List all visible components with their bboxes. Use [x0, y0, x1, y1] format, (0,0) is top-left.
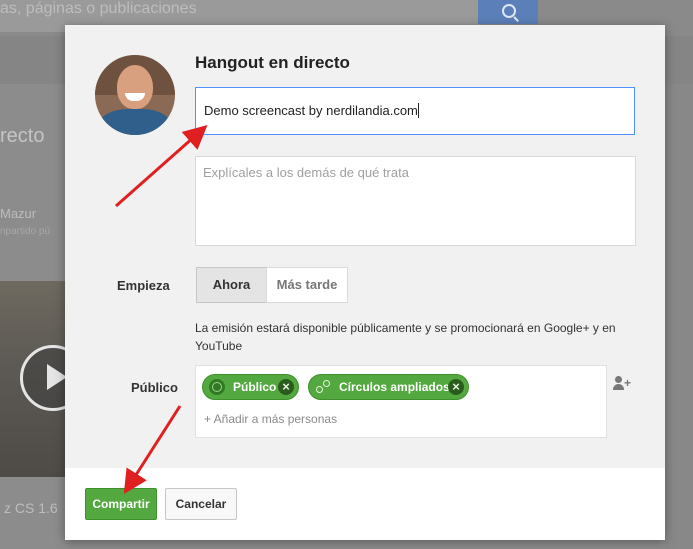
add-person-icon-plus: + — [624, 376, 632, 390]
cancel-button[interactable]: Cancelar — [165, 488, 237, 520]
background-author-name: Mazur — [0, 206, 37, 221]
search-icon — [502, 4, 516, 18]
description-textarea[interactable]: Explícales a los demás de qué trata — [195, 156, 636, 246]
start-now-button[interactable]: Ahora — [196, 267, 267, 303]
close-icon[interactable]: × — [278, 379, 294, 395]
avatar-face — [117, 65, 153, 109]
avatar-shirt — [99, 109, 171, 135]
audience-chip-extended-circles[interactable]: Círculos ampliados × — [308, 374, 469, 400]
globe-icon — [209, 379, 225, 395]
add-person-icon-head — [615, 376, 622, 383]
audience-chip-extended-circles-label: Círculos ampliados — [339, 380, 450, 394]
close-icon[interactable]: × — [448, 379, 464, 395]
starts-label: Empieza — [117, 278, 170, 293]
share-button[interactable]: Compartir — [85, 488, 157, 520]
background-video-caption: z CS 1.6 — [4, 500, 58, 516]
background-search-button — [478, 0, 538, 24]
title-input-value: Demo screencast by nerdilandia.com — [204, 103, 418, 118]
add-people-input[interactable]: + Añadir a más personas — [204, 412, 337, 426]
add-person-icon-body — [613, 384, 624, 390]
text-caret — [417, 103, 419, 118]
dialog-title: Hangout en directo — [195, 53, 350, 72]
title-input[interactable]: Demo screencast by nerdilandia.com — [195, 87, 635, 135]
background-search-placeholder: as, páginas o publicaciones — [0, 0, 197, 17]
avatar — [95, 55, 175, 135]
background-author-meta: npartido pú — [0, 226, 51, 237]
background-bottom-strip — [65, 540, 665, 549]
background-right-column — [665, 84, 693, 549]
broadcast-notice: La emisión estará disponible públicament… — [195, 321, 616, 353]
add-person-icon[interactable]: + — [613, 376, 633, 392]
background-section-title: recto — [0, 125, 45, 147]
circles-icon — [315, 379, 331, 395]
audience-label: Público — [131, 380, 178, 395]
audience-box[interactable]: Público × Círculos ampliados × + Añadir … — [195, 365, 607, 438]
start-later-button[interactable]: Más tarde — [266, 267, 348, 303]
audience-chip-public[interactable]: Público × — [202, 374, 299, 400]
hangout-dialog: Hangout en directo Demo screencast by ne… — [65, 25, 665, 540]
description-placeholder: Explícales a los demás de qué trata — [203, 165, 409, 180]
audience-chip-public-label: Público — [233, 380, 277, 394]
